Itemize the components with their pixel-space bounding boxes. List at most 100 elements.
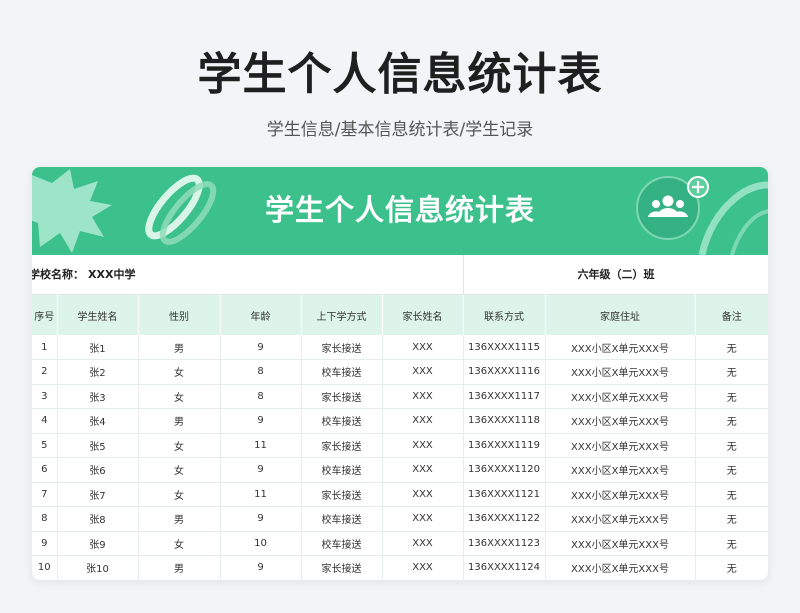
row-index-cell[interactable]: 9: [32, 531, 58, 556]
address-cell[interactable]: XXX小区X单元XXX号: [545, 506, 696, 532]
gender-cell[interactable]: 女: [138, 457, 221, 483]
remark-cell[interactable]: 无: [695, 384, 768, 409]
parent-name-cell[interactable]: XXX: [382, 359, 464, 385]
column-header[interactable]: 家长姓名: [382, 295, 464, 335]
row-index-cell[interactable]: 3: [32, 384, 58, 409]
age-cell[interactable]: 10: [220, 531, 302, 556]
column-header[interactable]: 年龄: [220, 295, 302, 335]
remark-cell[interactable]: 无: [695, 359, 768, 385]
parent-name-cell[interactable]: XXX: [382, 555, 464, 580]
student-name-cell[interactable]: 张6: [57, 457, 139, 483]
address-cell[interactable]: XXX小区X单元XXX号: [545, 359, 696, 385]
column-header[interactable]: 学生姓名: [57, 295, 139, 335]
parent-name-cell[interactable]: XXX: [382, 335, 464, 360]
remark-cell[interactable]: 无: [695, 457, 768, 483]
commute-cell[interactable]: 家长接送: [301, 384, 383, 409]
parent-name-cell[interactable]: XXX: [382, 457, 464, 483]
remark-cell[interactable]: 无: [695, 506, 768, 532]
table-row[interactable]: 5 张5 女 11 家长接送 XXX 136XXXX1119 XXX小区X单元XXX号无: [32, 433, 768, 458]
commute-cell[interactable]: 校车接送: [301, 359, 383, 385]
row-index-cell[interactable]: 1: [32, 335, 58, 360]
address-cell[interactable]: XXX小区X单元XXX号: [545, 531, 696, 556]
student-name-cell[interactable]: 张2: [57, 359, 139, 385]
age-cell[interactable]: 11: [220, 433, 302, 458]
commute-cell[interactable]: 校车接送: [301, 457, 383, 483]
table-row[interactable]: 7 张7 女 11 家长接送 XXX 136XXXX1121 XXX小区X单元XXX号无: [32, 482, 768, 507]
table-row[interactable]: 10 张10 男 9 家长接送 XXX 136XXXX1124 XXX小区X单元XXX号无: [32, 555, 768, 580]
gender-cell[interactable]: 女: [138, 384, 221, 409]
row-index-cell[interactable]: 5: [32, 433, 58, 458]
gender-cell[interactable]: 男: [138, 335, 221, 360]
gender-cell[interactable]: 女: [138, 359, 221, 385]
gender-cell[interactable]: 女: [138, 482, 221, 507]
commute-cell[interactable]: 家长接送: [301, 335, 383, 360]
age-cell[interactable]: 9: [220, 506, 302, 532]
commute-cell[interactable]: 校车接送: [301, 531, 383, 556]
gender-cell[interactable]: 女: [138, 433, 221, 458]
column-header[interactable]: 上下学方式: [301, 295, 383, 335]
commute-cell[interactable]: 家长接送: [301, 555, 383, 580]
table-row[interactable]: 3 张3 女 8 家长接送 XXX 136XXXX1117 XXX小区X单元XXX号无: [32, 384, 768, 409]
remark-cell[interactable]: 无: [695, 482, 768, 507]
remark-cell[interactable]: 无: [695, 408, 768, 434]
phone-cell[interactable]: 136XXXX1116: [463, 359, 546, 385]
phone-cell[interactable]: 136XXXX1117: [463, 384, 546, 409]
address-cell[interactable]: XXX小区X单元XXX号: [545, 433, 696, 458]
phone-cell[interactable]: 136XXXX1119: [463, 433, 546, 458]
row-index-cell[interactable]: 2: [32, 359, 58, 385]
gender-cell[interactable]: 女: [138, 531, 221, 556]
student-name-cell[interactable]: 张1: [57, 335, 139, 360]
phone-cell[interactable]: 136XXXX1120: [463, 457, 546, 483]
table-row[interactable]: 2 张2 女 8 校车接送 XXX 136XXXX1116 XXX小区X单元XXX号无: [32, 359, 768, 385]
address-cell[interactable]: XXX小区X单元XXX号: [545, 482, 696, 507]
commute-cell[interactable]: 校车接送: [301, 408, 383, 434]
student-name-cell[interactable]: 张9: [57, 531, 139, 556]
address-cell[interactable]: XXX小区X单元XXX号: [545, 457, 696, 483]
remark-cell[interactable]: 无: [695, 531, 768, 556]
remark-cell[interactable]: 无: [695, 433, 768, 458]
column-header[interactable]: 家庭住址: [545, 295, 696, 335]
parent-name-cell[interactable]: XXX: [382, 482, 464, 507]
age-cell[interactable]: 9: [220, 457, 302, 483]
row-index-cell[interactable]: 6: [32, 457, 58, 483]
phone-cell[interactable]: 136XXXX1123: [463, 531, 546, 556]
column-header[interactable]: 备注: [695, 295, 768, 335]
table-row[interactable]: 1 张1 男 9 家长接送 XXX 136XXXX1115 XXX小区X单元XXX号无: [32, 335, 768, 360]
phone-cell[interactable]: 136XXXX1118: [463, 408, 546, 434]
age-cell[interactable]: 11: [220, 482, 302, 507]
student-name-cell[interactable]: 张5: [57, 433, 139, 458]
age-cell[interactable]: 9: [220, 408, 302, 434]
address-cell[interactable]: XXX小区X单元XXX号: [545, 555, 696, 580]
gender-cell[interactable]: 男: [138, 408, 221, 434]
row-index-cell[interactable]: 4: [32, 408, 58, 434]
address-cell[interactable]: XXX小区X单元XXX号: [545, 384, 696, 409]
commute-cell[interactable]: 家长接送: [301, 482, 383, 507]
address-cell[interactable]: XXX小区X单元XXX号: [545, 408, 696, 434]
student-name-cell[interactable]: 张7: [57, 482, 139, 507]
address-cell[interactable]: XXX小区X单元XXX号: [545, 335, 696, 360]
table-row[interactable]: 6 张6 女 9 校车接送 XXX 136XXXX1120 XXX小区X单元XXX号无: [32, 457, 768, 483]
commute-cell[interactable]: 校车接送: [301, 506, 383, 532]
parent-name-cell[interactable]: XXX: [382, 531, 464, 556]
table-row[interactable]: 8 张8 男 9 校车接送 XXX 136XXXX1122 XXX小区X单元XXX号无: [32, 506, 768, 532]
parent-name-cell[interactable]: XXX: [382, 408, 464, 434]
student-name-cell[interactable]: 张3: [57, 384, 139, 409]
parent-name-cell[interactable]: XXX: [382, 384, 464, 409]
phone-cell[interactable]: 136XXXX1122: [463, 506, 546, 532]
phone-cell[interactable]: 136XXXX1115: [463, 335, 546, 360]
parent-name-cell[interactable]: XXX: [382, 506, 464, 532]
row-index-cell[interactable]: 7: [32, 482, 58, 507]
commute-cell[interactable]: 家长接送: [301, 433, 383, 458]
row-index-cell[interactable]: 10: [32, 555, 58, 580]
gender-cell[interactable]: 男: [138, 506, 221, 532]
age-cell[interactable]: 8: [220, 384, 302, 409]
gender-cell[interactable]: 男: [138, 555, 221, 580]
remark-cell[interactable]: 无: [695, 555, 768, 580]
column-header[interactable]: 联系方式: [463, 295, 546, 335]
table-row[interactable]: 4 张4 男 9 校车接送 XXX 136XXXX1118 XXX小区X单元XXX号无: [32, 408, 768, 434]
parent-name-cell[interactable]: XXX: [382, 433, 464, 458]
table-row[interactable]: 9 张9 女 10 校车接送 XXX 136XXXX1123 XXX小区X单元XXX号无: [32, 531, 768, 556]
column-header[interactable]: 性别: [138, 295, 221, 335]
age-cell[interactable]: 8: [220, 359, 302, 385]
age-cell[interactable]: 9: [220, 555, 302, 580]
